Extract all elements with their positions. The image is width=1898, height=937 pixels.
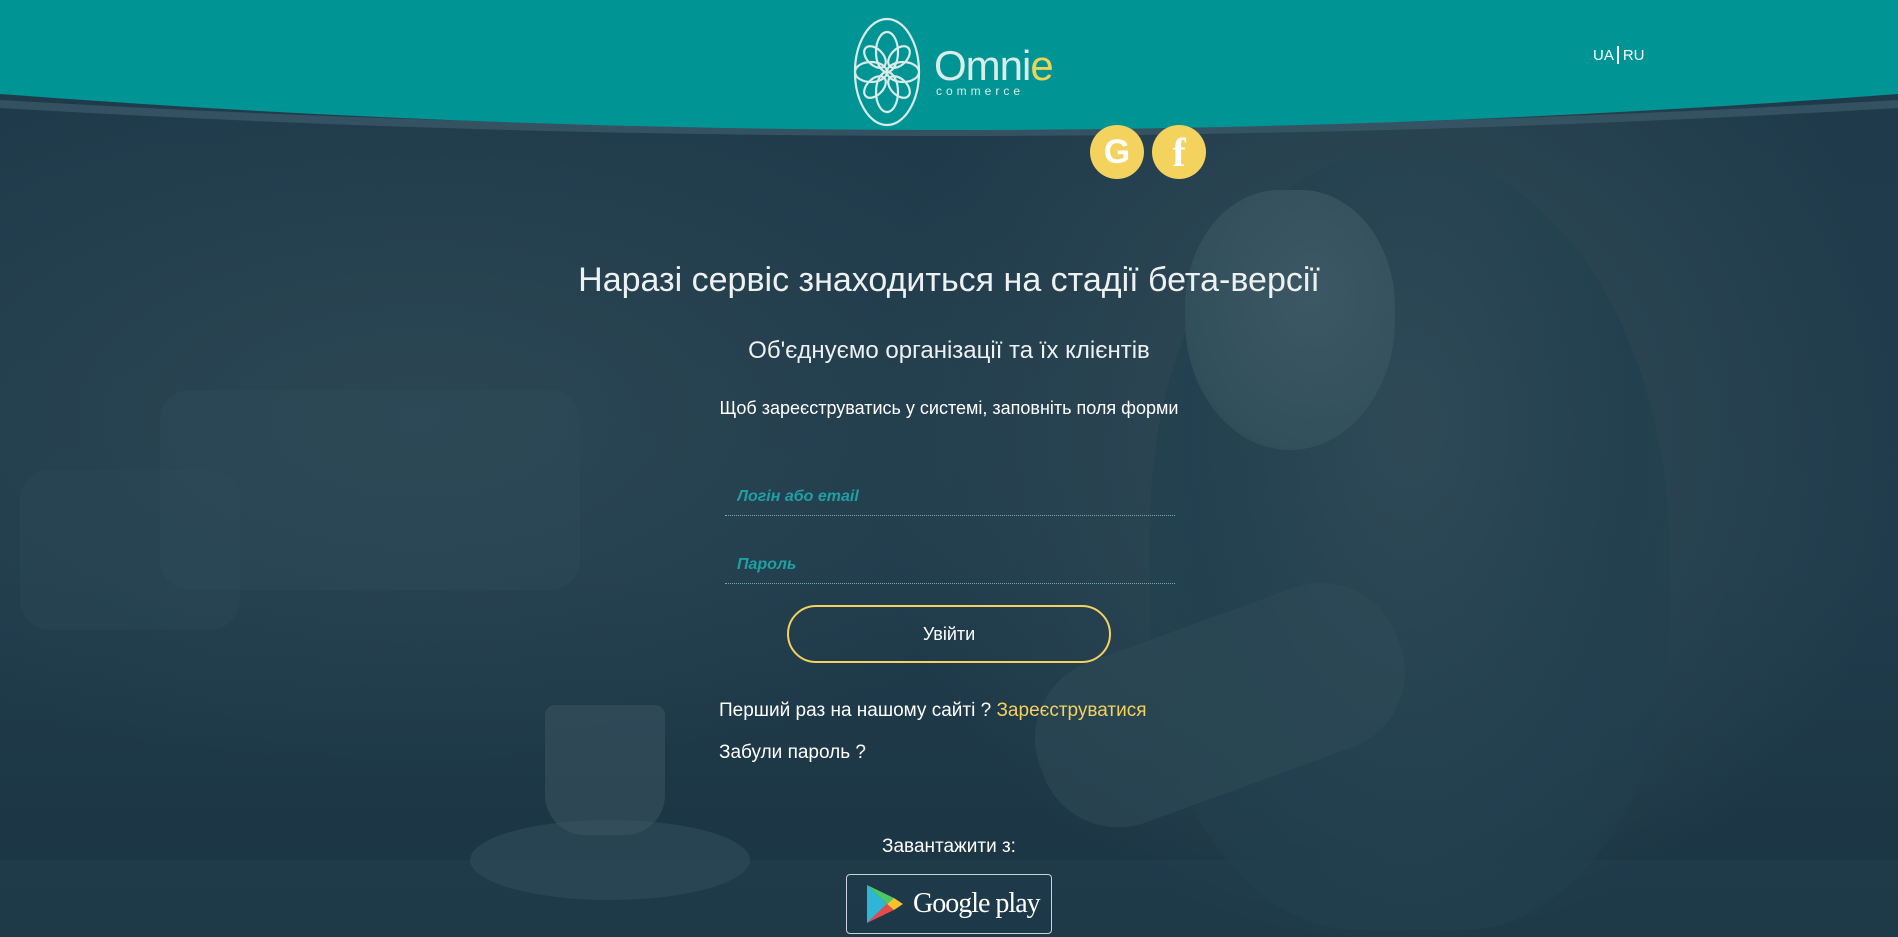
register-prompt: Перший раз на нашому сайті ? Зареєструва…	[719, 700, 1147, 722]
brand-logo[interactable]: Omnie commerce	[852, 16, 1054, 128]
facebook-login-button[interactable]: f	[1152, 125, 1206, 179]
login-input[interactable]	[725, 479, 1175, 515]
lang-ru[interactable]: RU	[1623, 47, 1645, 64]
page-subtitle: Об'єднуємо організації та їх клієнтів	[748, 337, 1150, 364]
facebook-icon: f	[1172, 129, 1186, 175]
lang-ua[interactable]: UA	[1593, 47, 1614, 64]
login-button[interactable]: Увійти	[787, 605, 1111, 663]
brand-subtitle: commerce	[936, 84, 1025, 98]
google-login-button[interactable]: G	[1090, 125, 1144, 179]
login-field	[725, 479, 1175, 516]
brand-name: Omnie	[934, 42, 1054, 89]
google-icon: G	[1103, 132, 1131, 171]
google-play-button[interactable]: Google play	[846, 874, 1052, 934]
header-band: Omnie commerce UA RU	[0, 0, 1898, 150]
lang-divider	[1616, 46, 1619, 64]
first-time-text: Перший раз на нашому сайті ?	[719, 700, 992, 721]
page-title: Наразі сервіс знаходиться на стадії бета…	[578, 261, 1320, 299]
forgot-password-link[interactable]: Забули пароль ?	[719, 742, 866, 764]
google-play-icon	[867, 885, 903, 923]
download-label: Завантажити з:	[882, 836, 1016, 857]
register-link[interactable]: Зареєструватися	[996, 700, 1146, 721]
brand-accent: e	[1030, 42, 1053, 89]
google-play-label: Google play	[913, 888, 1041, 919]
password-input[interactable]	[725, 547, 1175, 583]
flower-logo-icon	[853, 17, 921, 127]
password-field	[725, 547, 1175, 584]
form-hint: Щоб зареєструватись у системі, заповніть…	[719, 398, 1179, 418]
language-switcher: UA RU	[1593, 46, 1645, 64]
